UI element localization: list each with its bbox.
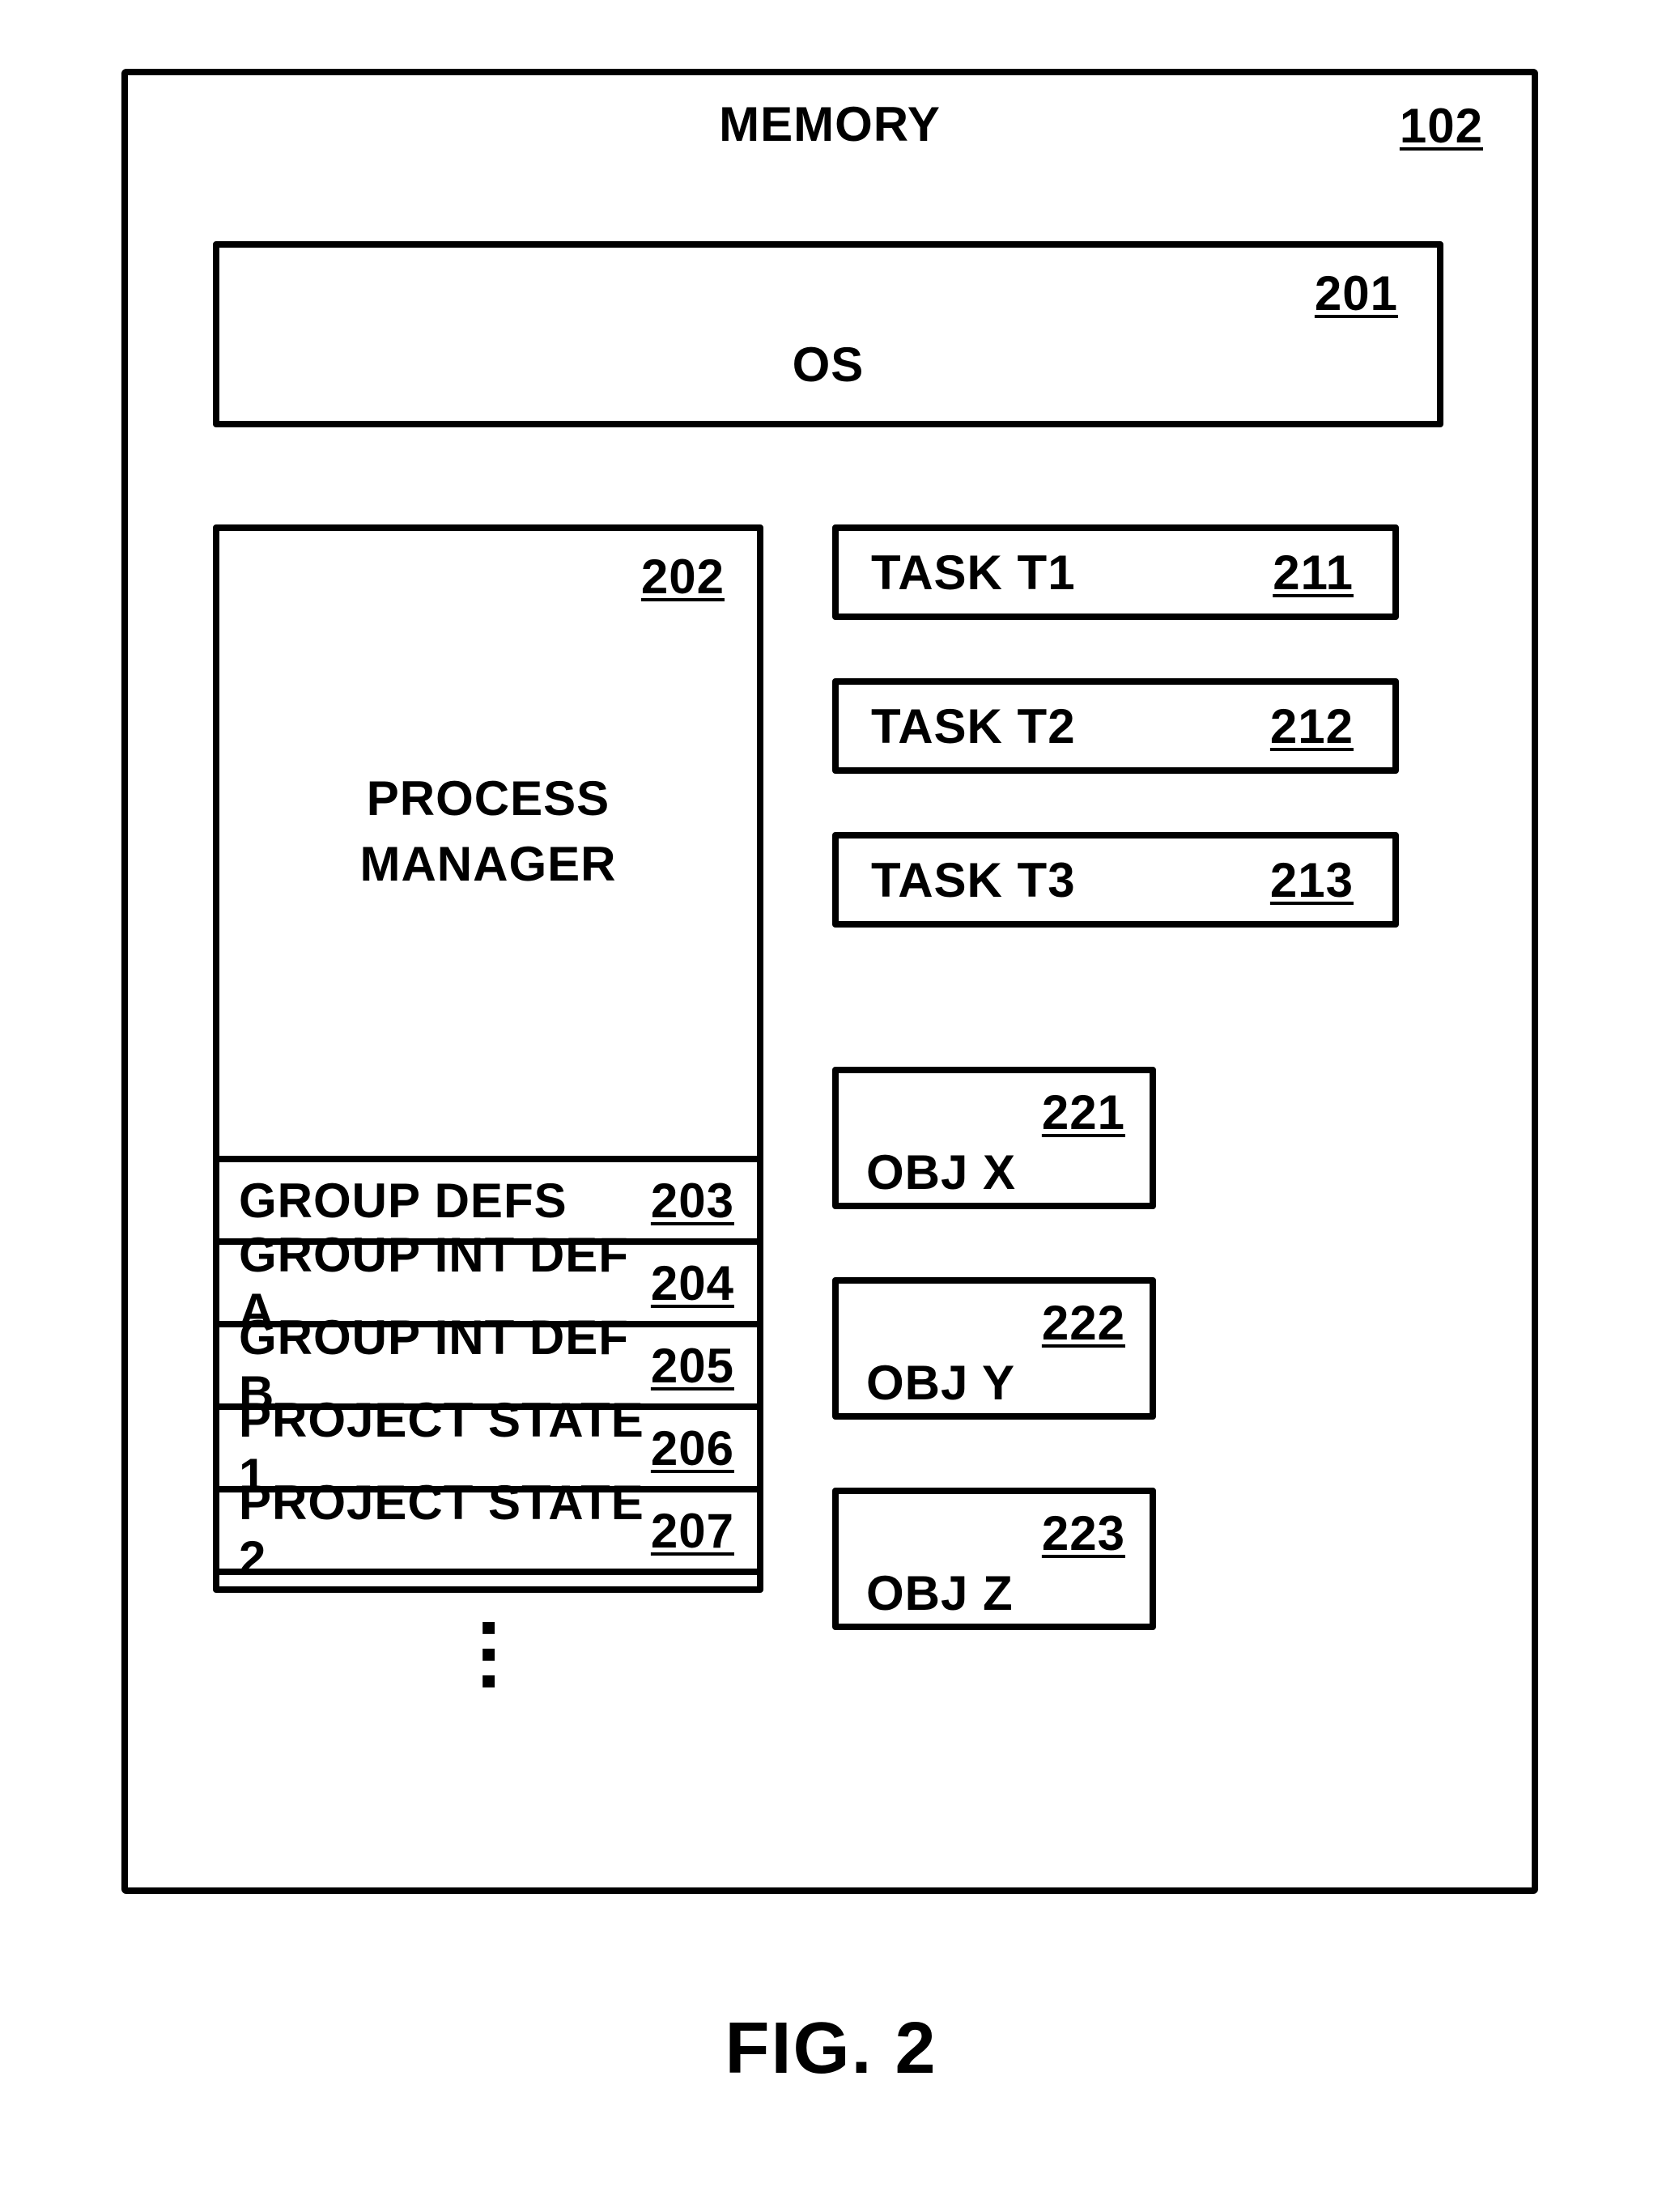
obj-label: OBJ Y (866, 1355, 1015, 1411)
task-ref: 211 (1273, 545, 1354, 601)
obj-ref: 221 (1042, 1085, 1125, 1140)
os-box: OS 201 (213, 241, 1443, 427)
task-t3-box: TASK T3 213 (832, 832, 1399, 928)
task-ref: 212 (1270, 698, 1354, 754)
os-ref: 201 (1315, 265, 1398, 321)
pm-row-ref: 205 (651, 1338, 734, 1394)
task-label: TASK T2 (871, 698, 1076, 754)
obj-label: OBJ Z (866, 1565, 1014, 1621)
pm-row-ref: 207 (651, 1503, 734, 1559)
pm-row-label: GROUP DEFS (239, 1173, 567, 1229)
ellipsis-vertical-icon: ▪▪▪ (480, 1613, 497, 1693)
process-manager-box: 202 PROCESS MANAGER GROUP DEFS 203 GROUP… (213, 524, 763, 1593)
obj-label: OBJ X (866, 1144, 1016, 1200)
figure-caption: FIG. 2 (0, 2007, 1662, 2091)
obj-y-box: 222 OBJ Y (832, 1277, 1156, 1420)
pm-title-line1: PROCESS (367, 771, 610, 826)
obj-z-box: 223 OBJ Z (832, 1488, 1156, 1630)
process-manager-title: PROCESS MANAGER (219, 766, 757, 897)
pm-title-line2: MANAGER (360, 837, 617, 891)
obj-x-box: 221 OBJ X (832, 1067, 1156, 1209)
pm-row-project-state-2: PROJECT STATE 2 207 (213, 1486, 763, 1575)
pm-row-ref: 206 (651, 1420, 734, 1476)
os-label: OS (219, 337, 1437, 393)
pm-row-label: PROJECT STATE 2 (239, 1475, 651, 1586)
memory-title: MEMORY (128, 96, 1532, 152)
task-label: TASK T3 (871, 852, 1076, 908)
pm-row-ref: 204 (651, 1255, 734, 1311)
task-label: TASK T1 (871, 545, 1076, 601)
task-t1-box: TASK T1 211 (832, 524, 1399, 620)
memory-ref: 102 (1400, 98, 1483, 154)
pm-row-ref: 203 (651, 1173, 734, 1229)
task-ref: 213 (1270, 852, 1354, 908)
obj-ref: 222 (1042, 1295, 1125, 1351)
obj-ref: 223 (1042, 1505, 1125, 1561)
memory-box: MEMORY 102 OS 201 202 PROCESS MANAGER GR… (121, 69, 1538, 1894)
task-t2-box: TASK T2 212 (832, 678, 1399, 774)
page: MEMORY 102 OS 201 202 PROCESS MANAGER GR… (0, 0, 1662, 2212)
process-manager-ref: 202 (641, 549, 725, 605)
